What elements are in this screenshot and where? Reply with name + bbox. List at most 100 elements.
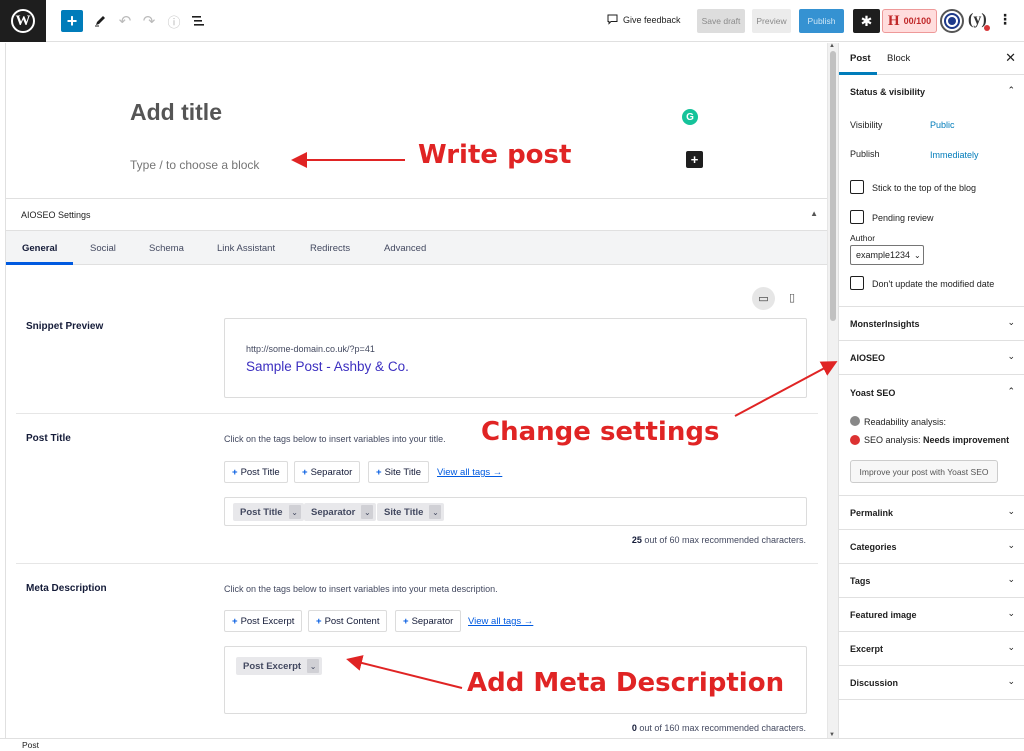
details-button[interactable]: ⓘ	[166, 10, 182, 32]
sticky-checkbox[interactable]	[850, 180, 864, 194]
categories-panel-toggle[interactable]: Categories ⌄	[839, 530, 1024, 564]
preview-button[interactable]: Preview	[752, 9, 791, 33]
collapse-caret-icon: ▲	[810, 209, 818, 218]
save-draft-button[interactable]: Save draft	[697, 9, 745, 33]
comment-icon	[607, 14, 618, 25]
view-all-tags-link[interactable]: View all tags →	[437, 467, 502, 478]
site-title-chip[interactable]: Site Title ⌄	[377, 503, 445, 521]
insert-separator-tag-button[interactable]: + Separator	[294, 461, 361, 483]
author-select[interactable]: example1234 ⌄	[850, 245, 924, 265]
post-excerpt-chip[interactable]: Post Excerpt ⌄	[236, 657, 323, 675]
redo-button[interactable]: ↷	[142, 10, 156, 32]
monsterinsights-panel-toggle[interactable]: MonsterInsights ⌄	[839, 307, 1024, 341]
editor-scrollbar[interactable]: ▲ ▼	[827, 43, 838, 738]
settings-button[interactable]: ✱	[853, 9, 880, 33]
tab-schema[interactable]: Schema	[149, 243, 184, 254]
pending-review-checkbox[interactable]	[850, 210, 864, 224]
yoast-button[interactable]: (y)	[968, 11, 990, 33]
scroll-up-icon[interactable]: ▲	[829, 43, 835, 49]
headline-analyzer-button[interactable]: H 00/100	[882, 9, 937, 33]
tab-social[interactable]: Social	[90, 243, 116, 254]
seo-analysis-status: Needs improvement	[923, 435, 1010, 445]
publish-button[interactable]: Publish	[799, 9, 844, 33]
tab-block[interactable]: Block	[887, 53, 910, 64]
edit-tool-button[interactable]	[93, 10, 107, 32]
inserter-plus-button[interactable]: +	[686, 151, 703, 168]
visibility-link[interactable]: Public	[930, 120, 955, 130]
featured-image-panel-toggle[interactable]: Featured image ⌄	[839, 598, 1024, 632]
aioseo-icon	[946, 15, 958, 27]
post-title-chip[interactable]: Post Title ⌄	[233, 503, 304, 521]
tab-redirects[interactable]: Redirects	[310, 243, 350, 254]
plus-icon: +	[403, 615, 409, 627]
grammarly-icon[interactable]: G	[682, 109, 698, 125]
dont-update-modified-checkbox[interactable]	[850, 276, 864, 290]
mobile-icon: ▯	[789, 292, 796, 304]
desktop-preview-toggle[interactable]: ▭	[752, 287, 775, 310]
mobile-preview-toggle[interactable]: ▯	[789, 291, 795, 304]
close-sidebar-button[interactable]: ✕	[1005, 50, 1016, 66]
chip-label: Post Title	[240, 506, 283, 518]
char-count-value: 25	[631, 535, 642, 545]
list-view-button[interactable]	[191, 10, 205, 32]
options-menu-button[interactable]: ⋮	[998, 11, 1012, 28]
aioseo-settings-header[interactable]: AIOSEO Settings ▲	[6, 198, 827, 231]
yoast-panel-toggle[interactable]: Yoast SEO ⌃	[839, 376, 1024, 410]
snippet-title: Sample Post - Ashby & Co.	[246, 359, 409, 374]
undo-button[interactable]: ↶	[118, 10, 132, 32]
excerpt-panel-toggle[interactable]: Excerpt ⌄	[839, 632, 1024, 666]
settings-sidebar: Post Block ✕ Status & visibility ⌃ Visib…	[838, 43, 1024, 738]
breadcrumb-post[interactable]: Post	[22, 740, 39, 750]
insert-post-title-tag-button[interactable]: + Post Title	[224, 461, 288, 483]
tab-advanced[interactable]: Advanced	[384, 243, 426, 254]
wordpress-logo-button[interactable]: W	[0, 0, 46, 42]
readability-analysis-label[interactable]: Readability analysis:	[864, 417, 946, 427]
post-title-char-count: 25 out of 60 max recommended characters.	[632, 535, 806, 545]
seo-analysis-label[interactable]: SEO analysis: Needs improvement	[864, 435, 1009, 445]
tab-link-assistant[interactable]: Link Assistant	[217, 243, 275, 254]
chevron-down-icon[interactable]: ⌄	[307, 659, 320, 673]
post-title-field[interactable]: Post Title ⌄ Separator ⌄ Site Title ⌄	[224, 497, 807, 526]
give-feedback-button[interactable]: Give feedback	[607, 14, 681, 25]
publish-date-link[interactable]: Immediately	[930, 150, 979, 160]
dont-update-modified-label: Don't update the modified date	[872, 279, 995, 289]
snippet-preview-label: Snippet Preview	[26, 321, 104, 332]
post-title-input[interactable]: Add title	[130, 99, 222, 126]
aioseo-button[interactable]	[940, 9, 964, 33]
chevron-down-icon[interactable]: ⌄	[429, 505, 442, 519]
plus-icon: +	[316, 615, 322, 627]
panel-title: MonsterInsights	[850, 319, 920, 329]
insert-site-title-tag-button[interactable]: + Site Title	[368, 461, 429, 483]
permalink-panel-toggle[interactable]: Permalink ⌄	[839, 496, 1024, 530]
chip-label: Post Excerpt	[243, 660, 302, 672]
discussion-panel-toggle[interactable]: Discussion ⌄	[839, 666, 1024, 700]
plus-icon: +	[232, 615, 238, 627]
chevron-down-icon: ⌄	[1007, 317, 1015, 327]
tab-post[interactable]: Post	[850, 53, 871, 64]
add-block-button[interactable]: +	[61, 10, 83, 32]
improve-with-yoast-button[interactable]: Improve your post with Yoast SEO	[850, 460, 998, 483]
insert-post-content-tag-button[interactable]: + Post Content	[308, 610, 388, 632]
separator-chip[interactable]: Separator ⌄	[304, 503, 377, 521]
tag-button-label: Site Title	[384, 466, 421, 478]
tag-button-label: Post Excerpt	[240, 615, 295, 627]
add-meta-description-annotation: Add Meta Description	[467, 668, 785, 698]
insert-post-excerpt-tag-button[interactable]: + Post Excerpt	[224, 610, 303, 632]
aioseo-panel-toggle[interactable]: AIOSEO ⌄	[839, 341, 1024, 375]
tag-button-label: Post Title	[240, 466, 280, 478]
status-visibility-panel-toggle[interactable]: Status & visibility ⌃	[839, 75, 1024, 109]
panel-title: Status & visibility	[850, 87, 926, 97]
insert-separator-tag-button[interactable]: + Separator	[395, 610, 462, 632]
visibility-label: Visibility	[850, 120, 883, 130]
scroll-thumb[interactable]	[830, 51, 836, 321]
seo-analysis-prefix: SEO analysis:	[864, 435, 921, 445]
view-all-tags-link[interactable]: View all tags →	[468, 616, 533, 627]
tags-panel-toggle[interactable]: Tags ⌄	[839, 564, 1024, 598]
chevron-down-icon[interactable]: ⌄	[288, 505, 301, 519]
chevron-down-icon: ⌄	[1007, 574, 1015, 584]
block-placeholder[interactable]: Type / to choose a block	[130, 158, 259, 172]
chevron-down-icon[interactable]: ⌄	[361, 505, 374, 519]
plus-icon: +	[302, 466, 308, 478]
editor-canvas: Add title Type / to choose a block G + A…	[5, 43, 827, 738]
tab-general[interactable]: General	[22, 243, 57, 254]
